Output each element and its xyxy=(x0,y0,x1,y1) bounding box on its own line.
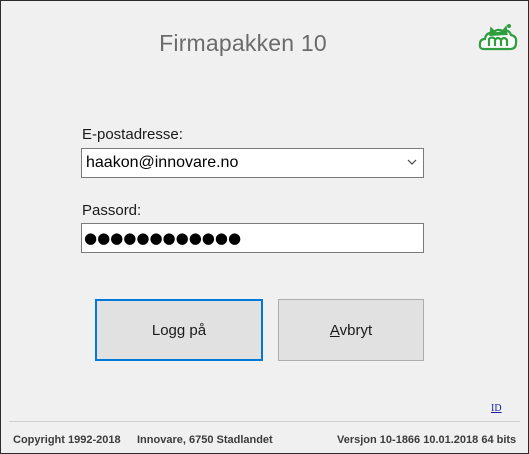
cancel-label-rest: vbryt xyxy=(339,321,373,339)
login-button[interactable]: Logg på xyxy=(95,299,263,361)
password-label: Passord: xyxy=(82,202,142,219)
cancel-accelerator-key: A xyxy=(329,321,340,339)
email-label: E-postadresse: xyxy=(82,126,183,143)
password-field[interactable]: ●●●●●●●●●●●● xyxy=(81,223,424,253)
cat-cloud-logo-icon xyxy=(478,24,518,51)
email-combobox[interactable]: haakon@innovare.no xyxy=(81,148,424,178)
login-window: Firmapakken 10 E-postadresse: haakon@inn… xyxy=(0,0,529,454)
copyright-text: Copyright 1992-2018 xyxy=(13,434,121,446)
password-mask: ●●●●●●●●●●●● xyxy=(84,229,242,247)
cancel-button-label: Avbryt xyxy=(330,322,372,339)
id-link[interactable]: ID xyxy=(491,403,502,414)
email-value: haakon@innovare.no xyxy=(86,154,239,171)
version-info: Versjon 10-1866 10.01.2018 64 bits xyxy=(337,434,517,446)
footer-divider xyxy=(9,421,520,422)
chevron-down-icon[interactable] xyxy=(407,155,417,169)
cancel-button[interactable]: Avbryt xyxy=(278,299,424,361)
app-title: Firmapakken 10 xyxy=(159,30,327,56)
company-address: Innovare, 6750 Stadlandet xyxy=(137,434,273,446)
login-button-label: Logg på xyxy=(151,321,207,339)
